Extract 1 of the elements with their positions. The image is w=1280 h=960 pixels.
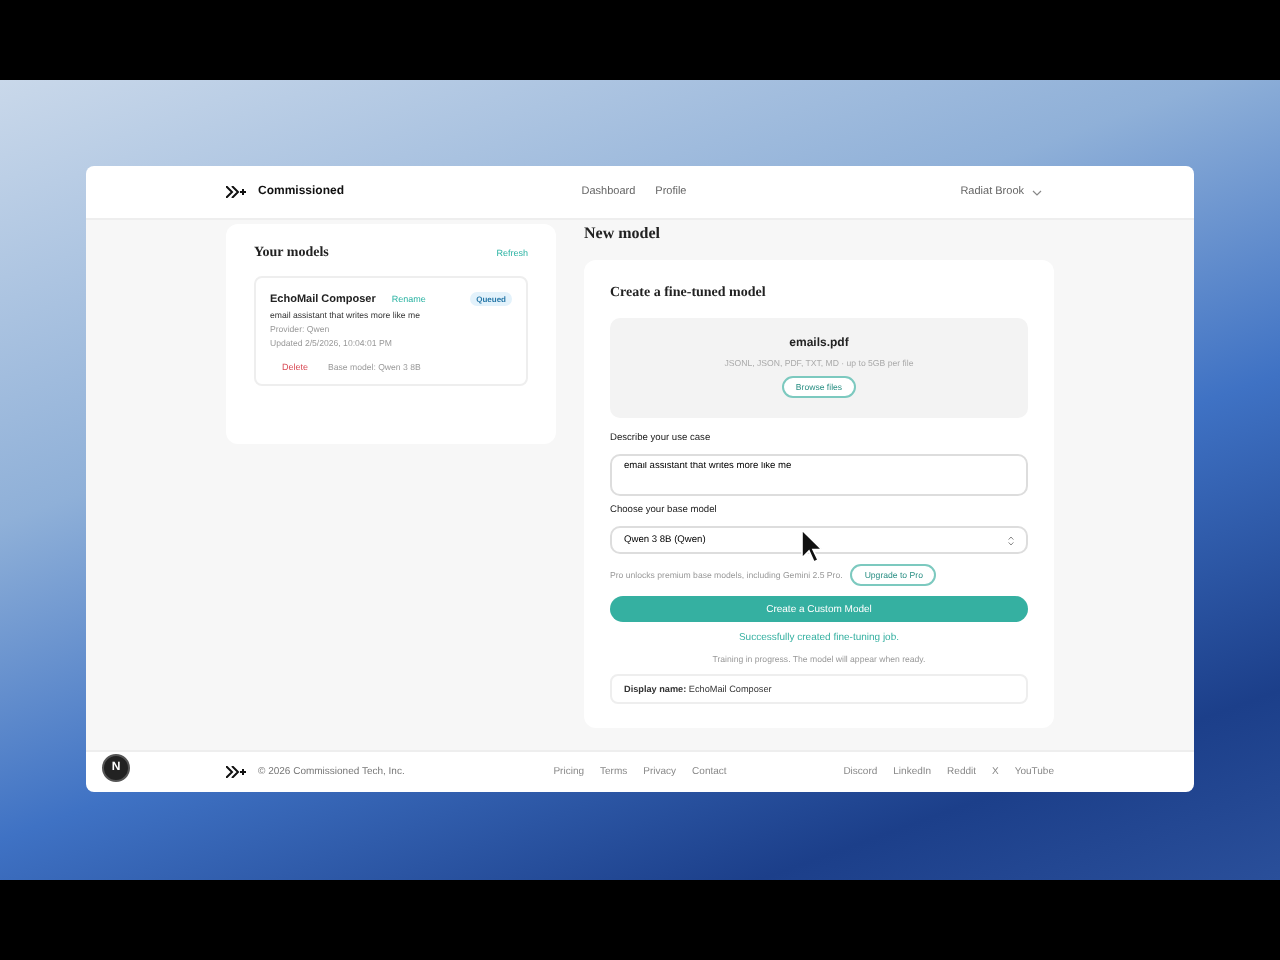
page-heading: New model	[584, 224, 662, 246]
